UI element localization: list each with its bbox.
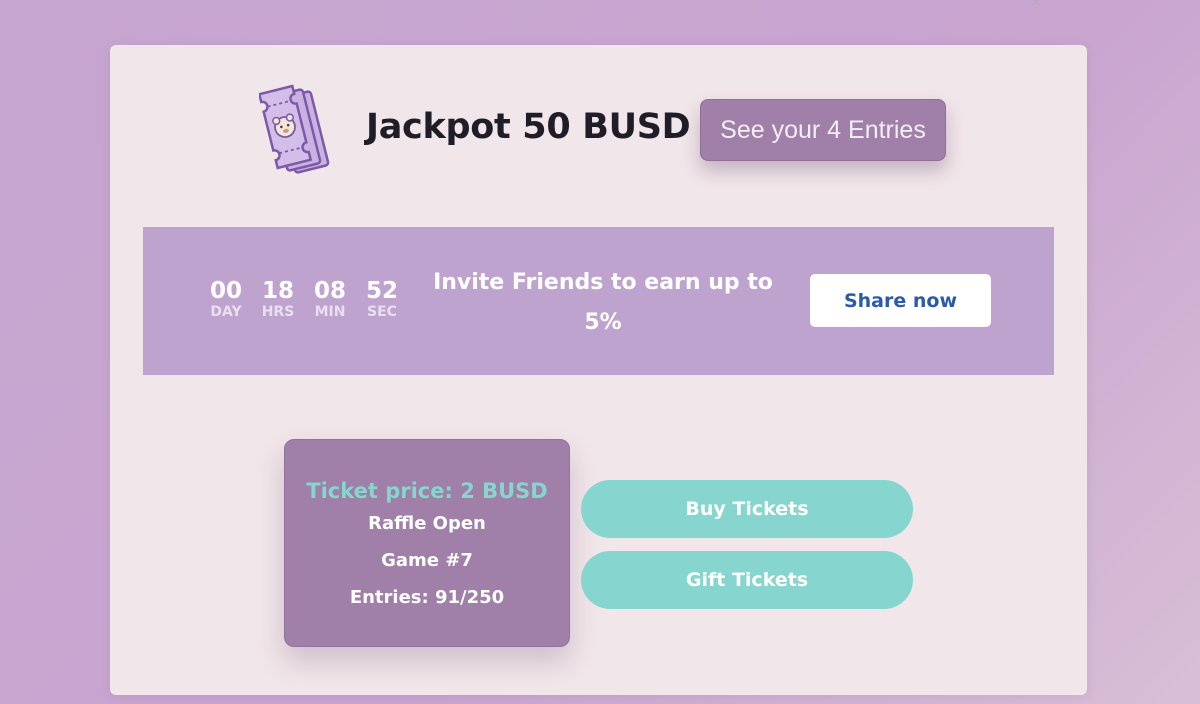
countdown-days-value: 00 (209, 278, 242, 304)
invite-message: Invite Friends to earn up to 5% (433, 270, 773, 335)
see-entries-button[interactable]: See your 4 Entries (700, 99, 946, 161)
raffle-tickets-icon (259, 84, 330, 174)
countdown-hours-label: HRS (261, 304, 295, 320)
corner-mark-icon: ✕ (1030, 0, 1042, 11)
share-now-button[interactable]: Share now (810, 274, 991, 327)
countdown-days: 00 DAY (200, 278, 252, 320)
raffle-info-box: Ticket price: 2 BUSD Raffle Open Game #7… (284, 439, 570, 647)
countdown-days-label: DAY (210, 304, 242, 320)
countdown-seconds: 52 SEC (356, 278, 408, 320)
countdown-hours-value: 18 (261, 278, 294, 304)
entries-count: Entries: 91/250 (349, 587, 505, 608)
raffle-card: Jackpot 50 BUSD See your 4 Entries 00 DA… (110, 45, 1087, 695)
buy-tickets-button[interactable]: Buy Tickets (581, 480, 913, 538)
countdown-minutes-label: MIN (314, 304, 346, 320)
ticket-price: Ticket price: 2 BUSD (306, 479, 548, 503)
countdown-minutes-value: 08 (313, 278, 346, 304)
game-number: Game #7 (381, 550, 473, 571)
countdown-timer: 00 DAY 18 HRS 08 MIN 52 SEC (200, 278, 408, 320)
countdown-seconds-value: 52 (365, 278, 398, 304)
countdown-minutes: 08 MIN (304, 278, 356, 320)
gift-tickets-button[interactable]: Gift Tickets (581, 551, 913, 609)
raffle-status: Raffle Open (368, 513, 486, 534)
countdown-hours: 18 HRS (252, 278, 304, 320)
invite-banner: 00 DAY 18 HRS 08 MIN 52 SEC Invite Frien… (143, 227, 1054, 375)
jackpot-title: Jackpot 50 BUSD (366, 107, 691, 147)
countdown-seconds-label: SEC (367, 304, 397, 320)
